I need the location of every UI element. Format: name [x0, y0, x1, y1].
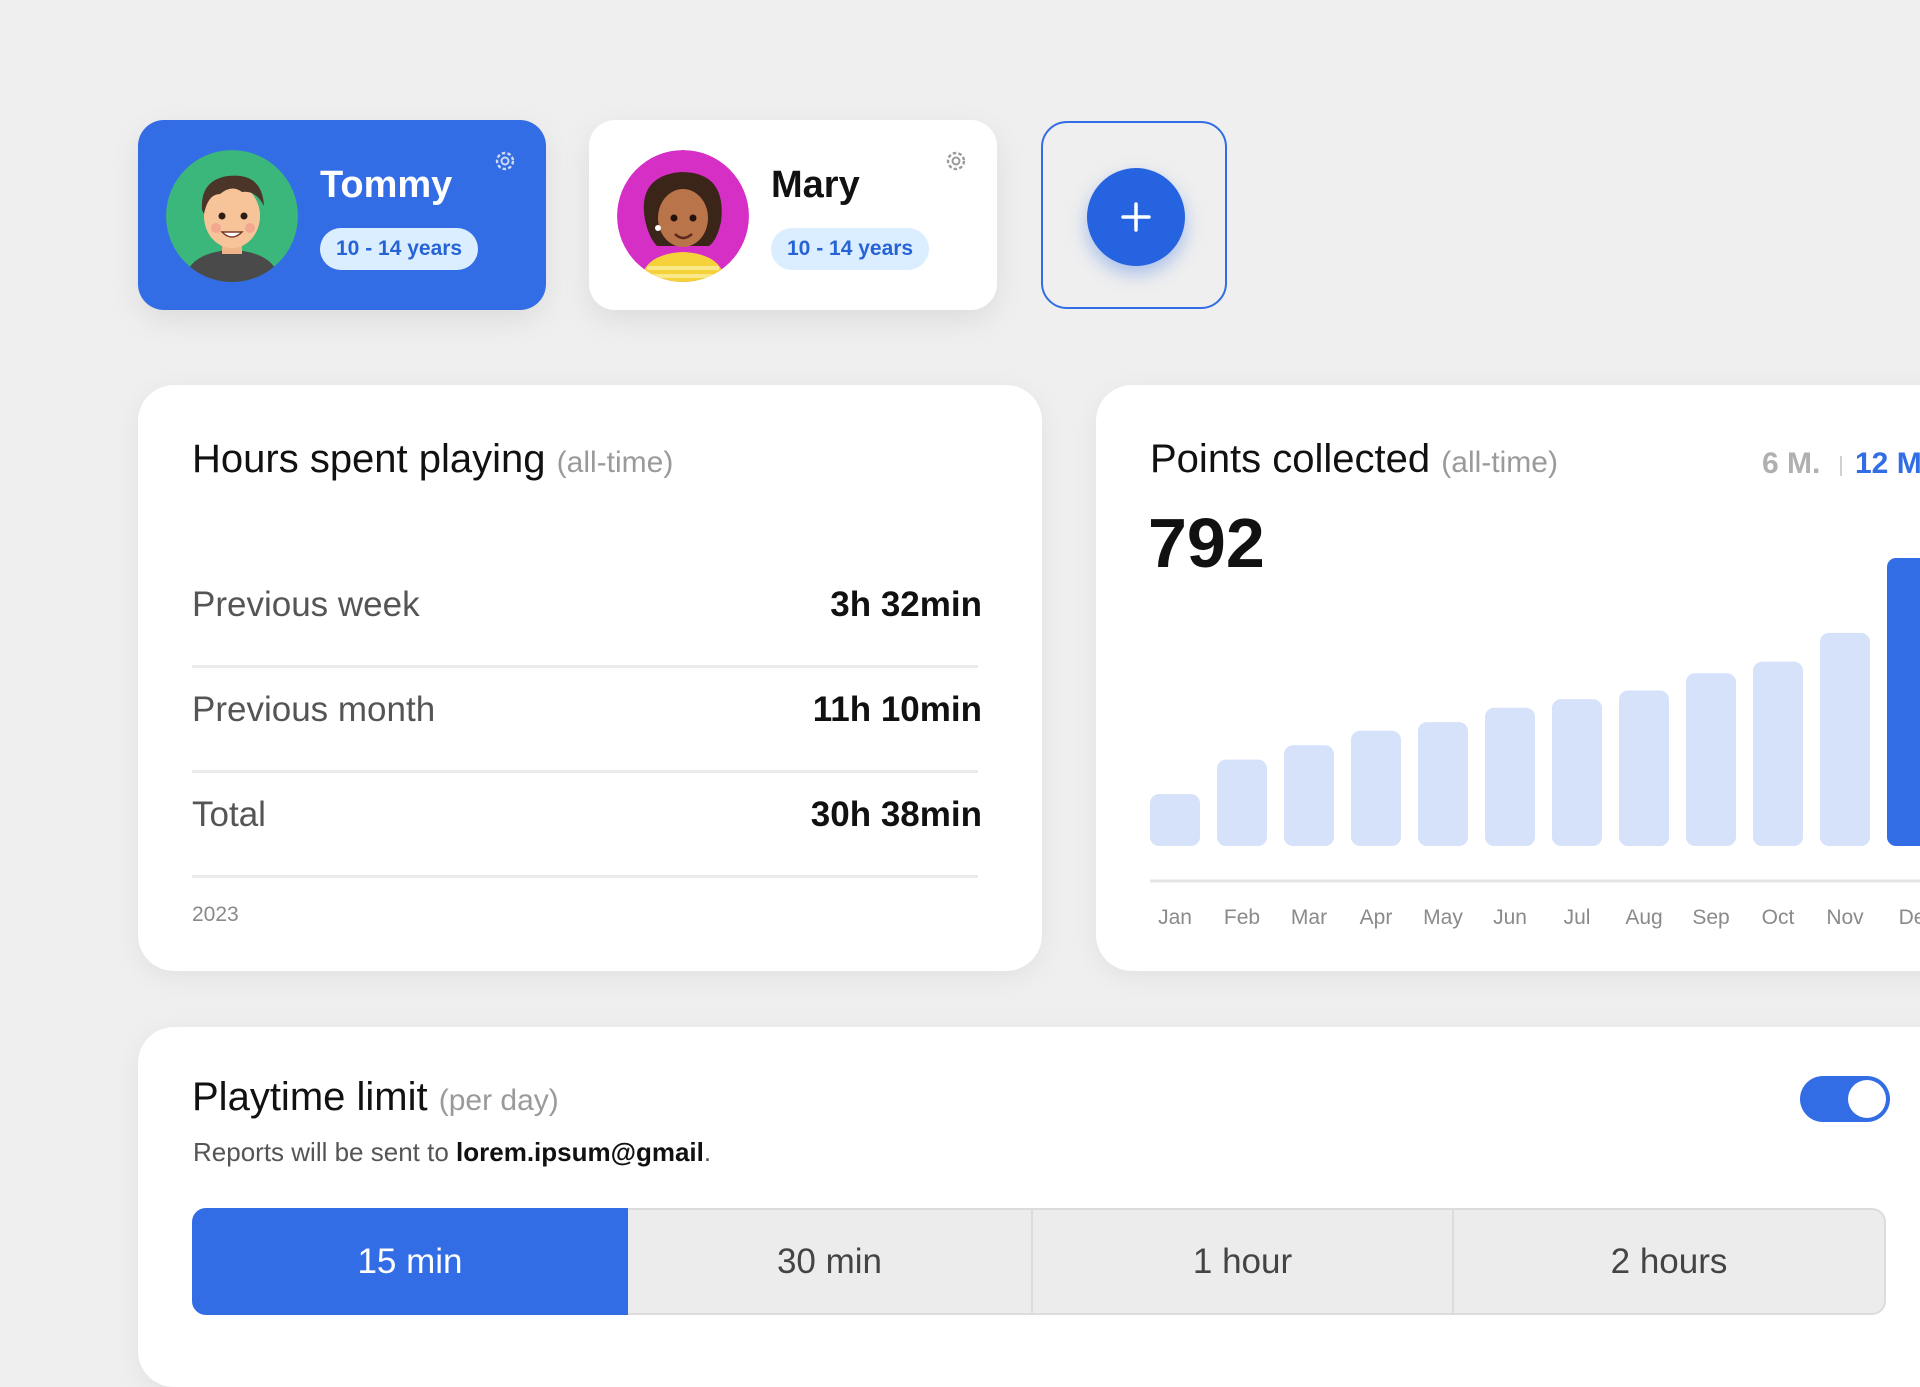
bar-aug[interactable] — [1619, 690, 1669, 846]
x-tick-label: Jun — [1493, 906, 1527, 929]
x-tick-label: Oct — [1762, 906, 1795, 929]
points-subtitle: (all-time) — [1441, 446, 1558, 479]
x-tick-label: Jan — [1158, 906, 1192, 929]
bar-may[interactable] — [1418, 722, 1468, 846]
row-value: 11h 10min — [812, 690, 982, 729]
profile-card-tommy[interactable]: Tommy 10 - 14 years — [138, 120, 546, 310]
range-6m[interactable]: 6 M. — [1762, 447, 1820, 481]
gear-icon[interactable] — [492, 148, 518, 174]
x-tick-label: Feb — [1224, 906, 1260, 929]
range-12m[interactable]: 12 M — [1855, 447, 1920, 481]
gear-icon[interactable] — [943, 148, 969, 174]
playtime-title: Playtime limit (per day) — [192, 1075, 559, 1119]
bar-jan[interactable] — [1150, 794, 1200, 846]
bar-jul[interactable] — [1552, 699, 1602, 846]
points-title: Points collected (all-time) — [1150, 437, 1558, 481]
bar-sep[interactable] — [1686, 673, 1736, 846]
x-tick-label: Nov — [1826, 906, 1864, 929]
row-value: 3h 32min — [830, 585, 982, 624]
option-1-hour[interactable]: 1 hour — [1033, 1208, 1454, 1315]
row-label: Total — [192, 795, 266, 834]
bar-oct[interactable] — [1753, 661, 1803, 846]
profile-name: Mary — [771, 164, 860, 206]
year-label: 2023 — [192, 903, 239, 926]
profile-card-mary[interactable]: Mary 10 - 14 years — [589, 120, 997, 310]
tommy-avatar — [166, 150, 298, 282]
row-label: Previous week — [192, 585, 420, 624]
x-tick-label: Jul — [1564, 906, 1591, 929]
points-bar-chart: Jan Feb Mar Apr May Jun Jul Aug Sep Oct Nov De — [1150, 558, 1920, 929]
option-15-min[interactable]: 15 min — [192, 1208, 628, 1315]
toggle-knob — [1848, 1080, 1886, 1118]
bar-de[interactable] — [1887, 558, 1920, 846]
x-tick-label: May — [1423, 906, 1463, 929]
hours-subtitle: (all-time) — [556, 446, 674, 479]
playtime-subtitle: (per day) — [438, 1084, 559, 1117]
add-profile-button[interactable] — [1087, 168, 1185, 266]
row-label: Previous month — [192, 690, 436, 729]
range-divider — [1840, 456, 1842, 476]
playtime-card: Playtime limit (per day) Reports will be… — [138, 1027, 1920, 1387]
x-tick-label: Sep — [1692, 906, 1729, 929]
bar-nov[interactable] — [1820, 632, 1870, 846]
hours-row-month: Previous month 11h 10min — [192, 666, 982, 773]
profile-name: Tommy — [320, 164, 453, 206]
report-email: lorem.ipsum@gmail — [456, 1137, 704, 1167]
option-2-hours[interactable]: 2 hours — [1454, 1208, 1886, 1315]
bar-feb[interactable] — [1217, 759, 1267, 846]
playtime-toggle[interactable] — [1800, 1076, 1890, 1122]
x-tick-label: Mar — [1291, 906, 1327, 929]
x-tick-label: Aug — [1625, 906, 1662, 929]
hours-title: Hours spent playing (all-time) — [192, 437, 674, 481]
x-tick-label: Apr — [1360, 906, 1393, 929]
plus-icon — [1121, 202, 1151, 232]
report-text: Reports will be sent to lorem.ipsum@gmai… — [193, 1137, 712, 1167]
option-30-min[interactable]: 30 min — [628, 1208, 1033, 1315]
age-badge: 10 - 14 years — [320, 228, 479, 270]
bar-jun[interactable] — [1485, 707, 1535, 846]
hours-row-week: Previous week 3h 32min — [192, 561, 982, 668]
x-tick-label: De — [1899, 906, 1920, 929]
mary-avatar — [617, 150, 749, 282]
bar-mar[interactable] — [1284, 745, 1334, 846]
add-profile-tile[interactable] — [1041, 121, 1227, 309]
age-badge: 10 - 14 years — [771, 228, 930, 270]
bar-apr[interactable] — [1351, 730, 1401, 846]
row-value: 30h 38min — [810, 795, 982, 834]
hours-card: Hours spent playing (all-time) Previous … — [138, 385, 1042, 971]
hours-row-total: Total 30h 38min — [192, 771, 982, 878]
